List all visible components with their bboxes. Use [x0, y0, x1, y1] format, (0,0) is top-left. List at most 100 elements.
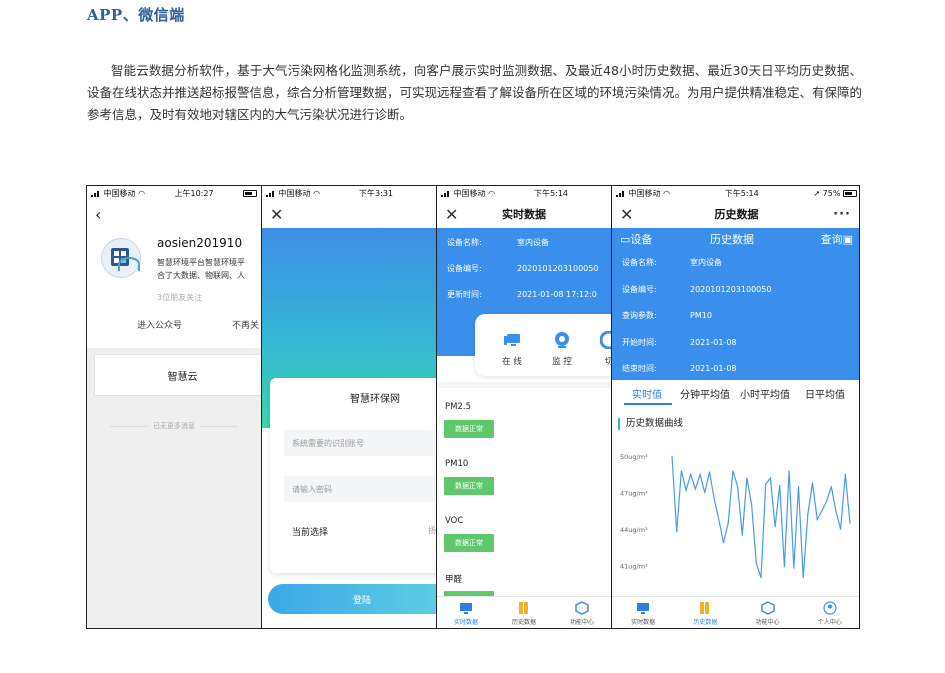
y-tick-label: 41ug/m³	[620, 563, 648, 571]
phone-login: 中国移动 ◠ 下午3:31 ✕ 智慧环保网 系统需要的识别账号 请输入密码 当前…	[262, 186, 437, 628]
battery-icon	[843, 189, 857, 197]
data-point	[783, 566, 785, 568]
tab-profile[interactable]: 个人中心	[799, 597, 859, 628]
data-point	[807, 514, 809, 516]
books-icon	[519, 602, 528, 614]
param-name: PM2.5	[445, 402, 471, 412]
menu-card-smart-cloud[interactable]: 智慧云	[94, 354, 261, 396]
close-icon[interactable]: ✕	[270, 205, 283, 224]
series-line	[671, 456, 851, 578]
panel-header: ▭设备 历史数据 查询▣	[612, 231, 859, 249]
tab-hour-avg[interactable]: 小时平均值	[740, 386, 790, 401]
section-heading: APP、微信端	[87, 6, 185, 24]
login-button[interactable]: 登陆	[268, 584, 436, 614]
tab-realtime[interactable]: 实时数据	[437, 597, 495, 628]
unfollow-button[interactable]: 不再关	[232, 318, 259, 331]
data-point	[690, 473, 692, 475]
account-input[interactable]: 系统需要的识别账号	[284, 430, 436, 456]
query-info-panel: ▭设备 历史数据 查询▣ 设备名称: 室内设备 设备编号: 202010120310…	[612, 228, 859, 380]
monitor-icon	[460, 603, 472, 614]
data-point	[685, 489, 687, 491]
user-icon	[823, 601, 837, 615]
active-tab-underline	[624, 403, 672, 405]
data-point	[694, 488, 696, 490]
status-bar: 中国移动 ◠ 下午5:14	[437, 186, 611, 200]
status-time: 下午5:14	[724, 188, 759, 198]
tab-minute-avg[interactable]: 分钟平均值	[680, 386, 730, 401]
enter-account-button[interactable]: 进入公众号	[137, 318, 182, 331]
status-time: 上午10:27	[174, 188, 214, 198]
param-name: VOC	[445, 516, 464, 526]
data-point	[708, 471, 711, 473]
books-icon	[700, 602, 710, 614]
status-badge: 数据正常	[444, 477, 494, 495]
tab-functions[interactable]: 功能中心	[737, 597, 799, 628]
query-button[interactable]: 查询▣	[821, 231, 853, 247]
tab-day-avg[interactable]: 日平均值	[805, 386, 845, 401]
data-point	[774, 526, 776, 528]
param-name: 甲醛	[445, 575, 463, 585]
info-row: 更新时间: 2021-01-08 17:12:0	[447, 290, 597, 299]
data-point	[765, 483, 767, 485]
wifi-icon: ◠	[488, 188, 496, 198]
data-point	[676, 531, 678, 533]
wifi-icon: ◠	[663, 188, 671, 198]
quick-monitor[interactable]: 监 控	[542, 331, 582, 367]
data-point	[751, 504, 753, 506]
status-bar: 中国移动 ◠ 下午5:14 ➚ 75%	[612, 186, 859, 200]
camera-icon	[555, 332, 569, 348]
login-title: 智慧环保网	[350, 394, 400, 405]
data-point	[755, 562, 757, 564]
carrier-label: 中国移动	[278, 188, 311, 198]
close-icon[interactable]: ✕	[445, 205, 458, 224]
tab-functions[interactable]: 功能中心	[553, 597, 611, 628]
data-point	[732, 470, 734, 472]
carrier-label: 中国移动	[103, 188, 136, 198]
data-point	[821, 510, 823, 512]
more-icon[interactable]: ···	[833, 207, 851, 222]
tab-realtime[interactable]: 实时数据	[612, 597, 674, 628]
signal-icon	[266, 190, 274, 197]
tab-history[interactable]: 历史数据	[495, 597, 553, 628]
data-point	[849, 522, 851, 524]
info-row: 查询参数: PM10	[622, 311, 712, 320]
y-tick-label: 47ug/m³	[620, 490, 648, 498]
page-title: 历史数据	[714, 208, 759, 221]
phone-wechat-account: 中国移动 ◠ 上午10:27 ‹ aosien201910 智慧环境平台智慧环境…	[87, 186, 262, 628]
data-point	[835, 510, 837, 512]
tab-history[interactable]: 历史数据	[674, 597, 736, 628]
chart-section-title: 历史数据曲线	[618, 418, 683, 430]
y-tick-label: 44ug/m³	[620, 526, 648, 534]
data-point	[746, 477, 748, 479]
info-row: 设备编号: 2020101203100050	[622, 285, 772, 294]
region-select[interactable]: 当前选择 扬	[284, 518, 436, 544]
password-input[interactable]: 请输入密码	[284, 476, 436, 502]
quick-switch[interactable]: 切	[589, 331, 611, 367]
monitor-icon: ▭	[620, 233, 631, 246]
data-point	[737, 486, 739, 488]
close-icon[interactable]: ✕	[620, 205, 633, 224]
phone-history-data: 中国移动 ◠ 下午5:14 ➚ 75% ✕ 历史数据 ··· ▭设备 历史数据 …	[612, 186, 859, 628]
back-chevron-icon[interactable]: ‹	[95, 205, 101, 224]
y-tick-label: 50ug/m³	[620, 453, 648, 461]
info-row: 设备名称: 室内设备	[447, 238, 549, 247]
status-time: 下午3:31	[359, 188, 394, 198]
data-point	[718, 518, 720, 520]
signal-icon	[91, 190, 99, 197]
monitor-online-icon	[504, 334, 520, 346]
data-point	[727, 522, 729, 524]
data-point	[844, 473, 846, 475]
data-point	[741, 534, 743, 536]
device-tab[interactable]: ▭设备	[620, 231, 652, 247]
status-bar: 中国移动 ◠ 下午3:31	[262, 186, 436, 200]
signal-icon	[441, 190, 449, 197]
nav-bar: ✕ 实时数据	[437, 200, 611, 228]
wifi-icon: ◠	[313, 188, 321, 198]
quick-online[interactable]: 在 线	[492, 331, 532, 367]
status-bar: 中国移动 ◠ 上午10:27	[87, 186, 261, 200]
tab-realtime-value[interactable]: 实时值	[632, 386, 662, 401]
data-point	[793, 567, 795, 569]
phone-realtime-data: 中国移动 ◠ 下午5:14 ✕ 实时数据 设备名称: 室内设备 设备编号: 2020…	[437, 186, 612, 628]
data-point	[769, 477, 771, 479]
param-name: PM10	[445, 459, 469, 469]
